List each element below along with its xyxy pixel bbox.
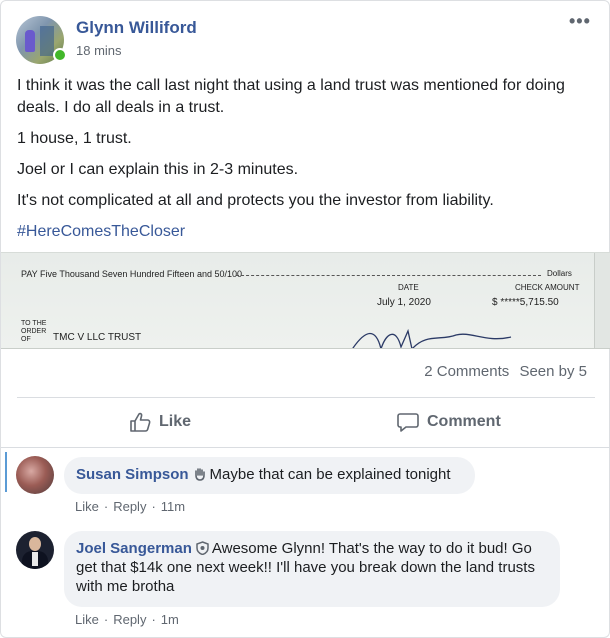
divider	[1, 447, 610, 448]
comment-like-link[interactable]: Like	[75, 499, 99, 514]
commenter-avatar[interactable]	[16, 456, 54, 494]
commenter-name[interactable]: Joel Sangerman	[76, 540, 192, 557]
seen-by-count[interactable]: Seen by 5	[519, 363, 587, 380]
comment-reply-link[interactable]: Reply	[113, 612, 146, 627]
post-paragraph: 1 house, 1 trust.	[17, 130, 132, 147]
avatar-face	[29, 537, 41, 551]
comment-bubble: Susan Simpson Maybe that can be explained…	[64, 457, 475, 494]
comments-count[interactable]: 2 Comments	[424, 363, 509, 380]
check-order-label: TO THE ORDER OF	[21, 320, 47, 343]
avatar-shirt	[32, 552, 38, 566]
check-pay-rule	[236, 275, 541, 276]
comment-meta: Like · Reply · 1m	[75, 612, 179, 627]
comment-reply-link[interactable]: Reply	[113, 499, 146, 514]
commenter-name[interactable]: Susan Simpson	[76, 466, 189, 483]
wave-hand-icon	[194, 468, 205, 481]
hashtag-link[interactable]: #HereComesTheCloser	[17, 221, 592, 243]
comment-meta: Like · Reply · 11m	[75, 499, 186, 514]
ellipsis-icon[interactable]: •••	[569, 11, 591, 32]
post-stats: 2 Comments Seen by 5	[418, 363, 587, 380]
check-image[interactable]: PAY Five Thousand Seven Hundred Fifteen …	[1, 252, 610, 349]
shield-badge-icon	[196, 541, 209, 555]
signature-icon	[352, 328, 512, 348]
check-amount: $ *****5,715.50	[492, 297, 559, 308]
avatar-background	[40, 26, 54, 56]
post-author-name[interactable]: Glynn Williford	[76, 18, 197, 38]
comment-label: Comment	[427, 413, 501, 430]
comment-icon	[397, 413, 419, 432]
post-paragraph: Joel or I can explain this in 2-3 minute…	[17, 161, 299, 178]
comment-bubble: Joel Sangerman Awesome Glynn! That's the …	[64, 531, 560, 607]
check-amount-label: CHECK AMOUNT	[515, 283, 580, 292]
comment-like-link[interactable]: Like	[75, 612, 99, 627]
check-pay-line: PAY Five Thousand Seven Hundred Fifteen …	[21, 269, 242, 279]
online-status-indicator	[53, 48, 67, 62]
comment-time[interactable]: 11m	[161, 499, 185, 514]
check-date: July 1, 2020	[377, 297, 431, 308]
like-label: Like	[159, 413, 192, 430]
divider	[17, 397, 595, 398]
comment-text: Maybe that can be explained tonight	[209, 466, 451, 483]
avatar-figure	[25, 30, 35, 52]
check-security-strip	[594, 253, 610, 348]
post-paragraph: I think it was the call last night that …	[17, 77, 565, 116]
like-button[interactable]: Like	[129, 410, 191, 434]
post-body: I think it was the call last night that …	[17, 75, 592, 252]
comment-time[interactable]: 1m	[161, 612, 179, 627]
comment-button[interactable]: Comment	[397, 410, 501, 434]
check-dollars-label: Dollars	[547, 269, 572, 278]
thumbs-up-icon	[130, 412, 151, 432]
post-timestamp[interactable]: 18 mins	[76, 43, 122, 58]
check-payee: TMC V LLC TRUST	[53, 332, 142, 343]
post-paragraph: It's not complicated at all and protects…	[17, 192, 494, 209]
check-date-label: DATE	[398, 283, 419, 292]
commenter-avatar[interactable]	[16, 531, 54, 569]
comment-highlight-bar	[5, 452, 7, 492]
